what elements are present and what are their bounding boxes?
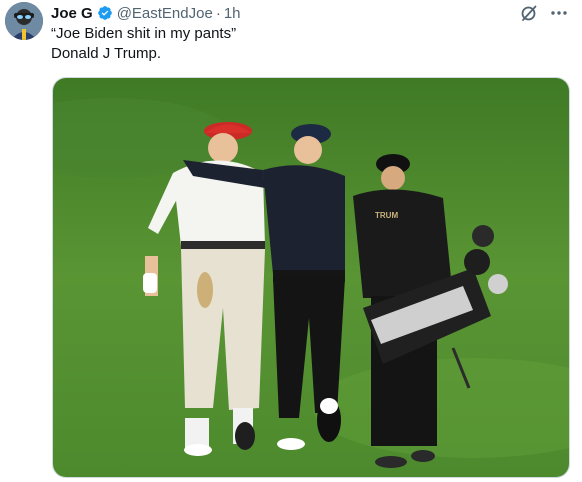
tweet-header: Joe G @EastEndJoe · 1h [51, 3, 241, 23]
more-options-icon[interactable] [550, 4, 568, 22]
verified-badge-icon [97, 5, 113, 21]
tweet-actions-top [520, 4, 568, 22]
timestamp[interactable]: 1h [224, 5, 241, 22]
author-handle[interactable]: @EastEndJoe [117, 5, 213, 22]
tweet-text-line-2: Donald J Trump. [51, 45, 162, 62]
tweet-media[interactable]: TRUM [52, 77, 570, 478]
photo-text-trum: TRUM [375, 211, 398, 220]
avatar[interactable] [5, 2, 43, 40]
golf-course-photo: TRUM [53, 78, 569, 477]
author-name[interactable]: Joe G [51, 5, 93, 22]
avatar-image [5, 2, 43, 40]
tweet-text: “Joe Biden shit in my pants” Donald J Tr… [51, 24, 236, 64]
tweet-text-line-1: “Joe Biden shit in my pants” [51, 25, 237, 42]
grok-icon[interactable] [520, 4, 538, 22]
separator-dot: · [215, 4, 221, 22]
